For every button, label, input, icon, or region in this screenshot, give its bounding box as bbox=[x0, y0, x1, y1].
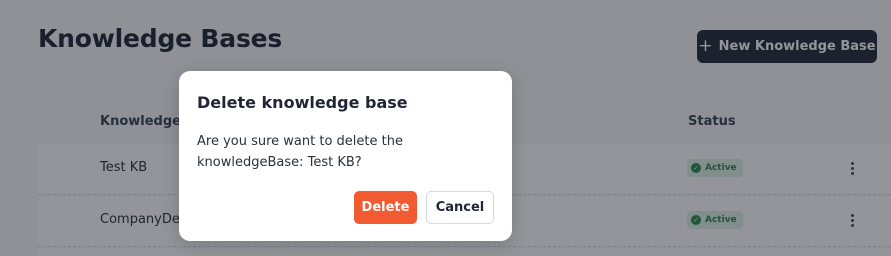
dialog-message: Are you sure want to delete the knowledg… bbox=[197, 134, 403, 170]
dialog-title: Delete knowledge base bbox=[197, 93, 408, 112]
cancel-button[interactable]: Cancel bbox=[426, 191, 494, 224]
delete-button[interactable]: Delete bbox=[354, 191, 417, 224]
delete-knowledge-base-dialog: Delete knowledge base Are you sure want … bbox=[179, 71, 512, 241]
